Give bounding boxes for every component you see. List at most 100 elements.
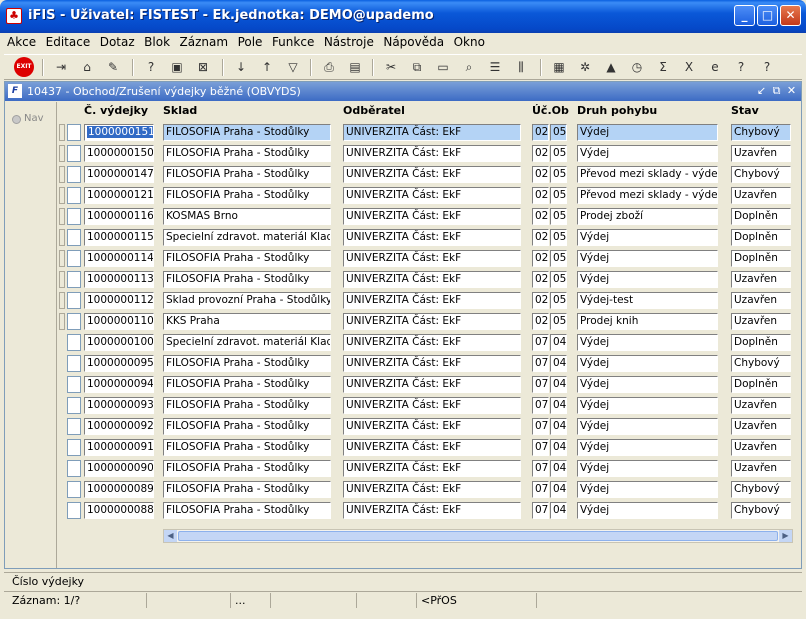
cislo-vydejky-cell[interactable]: 1000000121	[84, 187, 154, 204]
menu-editace[interactable]: Editace	[43, 33, 94, 51]
stav-cell[interactable]: Uzavřen	[731, 460, 791, 477]
table-row[interactable]: 1000000094 FILOSOFIA Praha - Stodůlky UNIV…	[0, 374, 806, 395]
druh-pohybu-cell[interactable]: Výdej	[577, 418, 718, 435]
stav-cell[interactable]: Doplněn	[731, 208, 791, 225]
sklad-cell[interactable]: FILOSOFIA Praha - Stodůlky	[163, 271, 331, 288]
table-row[interactable]: 1000000091 FILOSOFIA Praha - Stodůlky UNIV…	[0, 437, 806, 458]
uc-cell[interactable]: 07	[532, 481, 549, 498]
uc-cell[interactable]: 07	[532, 355, 549, 372]
uc-cell[interactable]: 07	[532, 439, 549, 456]
row-marker[interactable]	[59, 208, 65, 225]
ob-cell[interactable]: 04	[550, 355, 567, 372]
row-marker[interactable]	[59, 187, 65, 204]
row-checkbox[interactable]	[67, 481, 81, 498]
sklad-cell[interactable]: FILOSOFIA Praha - Stodůlky	[163, 439, 331, 456]
stav-cell[interactable]: Doplněn	[731, 229, 791, 246]
cislo-vydejky-cell[interactable]: 1000000151	[84, 124, 154, 141]
druh-pohybu-cell[interactable]: Prodej zboží	[577, 208, 718, 225]
ob-cell[interactable]: 04	[550, 439, 567, 456]
cislo-vydejky-cell[interactable]: 1000000115	[84, 229, 154, 246]
stav-cell[interactable]: Uzavřen	[731, 187, 791, 204]
close-button[interactable]: ✕	[780, 5, 801, 26]
row-checkbox[interactable]	[67, 418, 81, 435]
delete-record-icon[interactable]: ✎	[104, 58, 122, 76]
row-checkbox[interactable]	[67, 229, 81, 246]
odberatel-cell[interactable]: UNIVERZITA Část: EkF	[343, 460, 521, 477]
ob-cell[interactable]: 05	[550, 166, 567, 183]
uc-cell[interactable]: 02	[532, 166, 549, 183]
table-row[interactable]: 1000000147 FILOSOFIA Praha - Stodůlky UNIV…	[0, 164, 806, 185]
ob-cell[interactable]: 04	[550, 397, 567, 414]
help-icon[interactable]: ?	[732, 58, 750, 76]
row-checkbox[interactable]	[67, 208, 81, 225]
odberatel-cell[interactable]: UNIVERZITA Část: EkF	[343, 481, 521, 498]
uc-cell[interactable]: 02	[532, 124, 549, 141]
row-checkbox[interactable]	[67, 313, 81, 330]
warning-icon[interactable]: ▲	[602, 58, 620, 76]
stav-cell[interactable]: Chybový	[731, 481, 791, 498]
odberatel-cell[interactable]: UNIVERZITA Část: EkF	[343, 208, 521, 225]
odberatel-cell[interactable]: UNIVERZITA Část: EkF	[343, 187, 521, 204]
row-checkbox[interactable]	[67, 271, 81, 288]
table-row[interactable]: 1000000115 Specielní zdravot. materiál Kl…	[0, 227, 806, 248]
list-icon[interactable]: ☰	[486, 58, 504, 76]
odberatel-cell[interactable]: UNIVERZITA Část: EkF	[343, 502, 521, 519]
odberatel-cell[interactable]: UNIVERZITA Část: EkF	[343, 145, 521, 162]
table-row[interactable]: 1000000112 Sklad provozní Praha - Stodůlk…	[0, 290, 806, 311]
druh-pohybu-cell[interactable]: Výdej	[577, 481, 718, 498]
table-row[interactable]: 1000000093 FILOSOFIA Praha - Stodůlky UNIV…	[0, 395, 806, 416]
uc-cell[interactable]: 07	[532, 376, 549, 393]
sort-descending-icon[interactable]: ↑	[258, 58, 276, 76]
row-marker[interactable]	[59, 271, 65, 288]
stav-cell[interactable]: Uzavřen	[731, 418, 791, 435]
sklad-cell[interactable]: FILOSOFIA Praha - Stodůlky	[163, 418, 331, 435]
table-row[interactable]: 1000000092 FILOSOFIA Praha - Stodůlky UNIV…	[0, 416, 806, 437]
uc-cell[interactable]: 02	[532, 229, 549, 246]
cislo-vydejky-cell[interactable]: 1000000093	[84, 397, 154, 414]
row-checkbox[interactable]	[67, 187, 81, 204]
druh-pohybu-cell[interactable]: Výdej	[577, 124, 718, 141]
scrollbar-thumb[interactable]	[178, 531, 778, 541]
ob-cell[interactable]: 05	[550, 124, 567, 141]
ob-cell[interactable]: 05	[550, 313, 567, 330]
cislo-vydejky-cell[interactable]: 1000000094	[84, 376, 154, 393]
cislo-vydejky-cell[interactable]: 1000000112	[84, 292, 154, 309]
odberatel-cell[interactable]: UNIVERZITA Část: EkF	[343, 292, 521, 309]
sort-ascending-icon[interactable]: ↓	[232, 58, 250, 76]
uc-cell[interactable]: 07	[532, 334, 549, 351]
scroll-right-icon[interactable]: ▶	[779, 530, 792, 542]
stav-cell[interactable]: Chybový	[731, 502, 791, 519]
scroll-left-icon[interactable]: ◀	[164, 530, 177, 542]
cislo-vydejky-cell[interactable]: 1000000092	[84, 418, 154, 435]
ob-cell[interactable]: 05	[550, 250, 567, 267]
cislo-vydejky-cell[interactable]: 1000000090	[84, 460, 154, 477]
ob-cell[interactable]: 04	[550, 481, 567, 498]
query-enter-icon[interactable]: ?	[142, 58, 160, 76]
row-checkbox[interactable]	[67, 145, 81, 162]
row-checkbox[interactable]	[67, 376, 81, 393]
row-checkbox[interactable]	[67, 124, 81, 141]
druh-pohybu-cell[interactable]: Výdej-test	[577, 292, 718, 309]
table-row[interactable]: 1000000110 KKS Praha UNIVERZITA Část: EkF 0…	[0, 311, 806, 332]
druh-pohybu-cell[interactable]: Převod mezi sklady - výdej	[577, 187, 718, 204]
gear-icon[interactable]: ✲	[576, 58, 594, 76]
copy-icon[interactable]: ⧉	[408, 58, 426, 76]
menu-akce[interactable]: Akce	[4, 33, 39, 51]
stav-cell[interactable]: Uzavřen	[731, 292, 791, 309]
table-row[interactable]: 1000000116 KOSMAS Brno UNIVERZITA Část: Ek…	[0, 206, 806, 227]
sklad-cell[interactable]: FILOSOFIA Praha - Stodůlky	[163, 124, 331, 141]
cislo-vydejky-cell[interactable]: 1000000110	[84, 313, 154, 330]
odberatel-cell[interactable]: UNIVERZITA Část: EkF	[343, 124, 521, 141]
row-checkbox[interactable]	[67, 292, 81, 309]
sklad-cell[interactable]: Sklad provozní Praha - Stodůlky	[163, 292, 331, 309]
uc-cell[interactable]: 07	[532, 460, 549, 477]
sklad-cell[interactable]: FILOSOFIA Praha - Stodůlky	[163, 355, 331, 372]
query-execute-icon[interactable]: ▣	[168, 58, 186, 76]
odberatel-cell[interactable]: UNIVERZITA Část: EkF	[343, 397, 521, 414]
ob-cell[interactable]: 05	[550, 271, 567, 288]
table-row[interactable]: 1000000114 FILOSOFIA Praha - Stodůlky UNIV…	[0, 248, 806, 269]
druh-pohybu-cell[interactable]: Výdej	[577, 334, 718, 351]
odberatel-cell[interactable]: UNIVERZITA Část: EkF	[343, 376, 521, 393]
form-restore-icon[interactable]: ⧉	[770, 84, 783, 98]
table-row[interactable]: 1000000150 FILOSOFIA Praha - Stodůlky UNIV…	[0, 143, 806, 164]
